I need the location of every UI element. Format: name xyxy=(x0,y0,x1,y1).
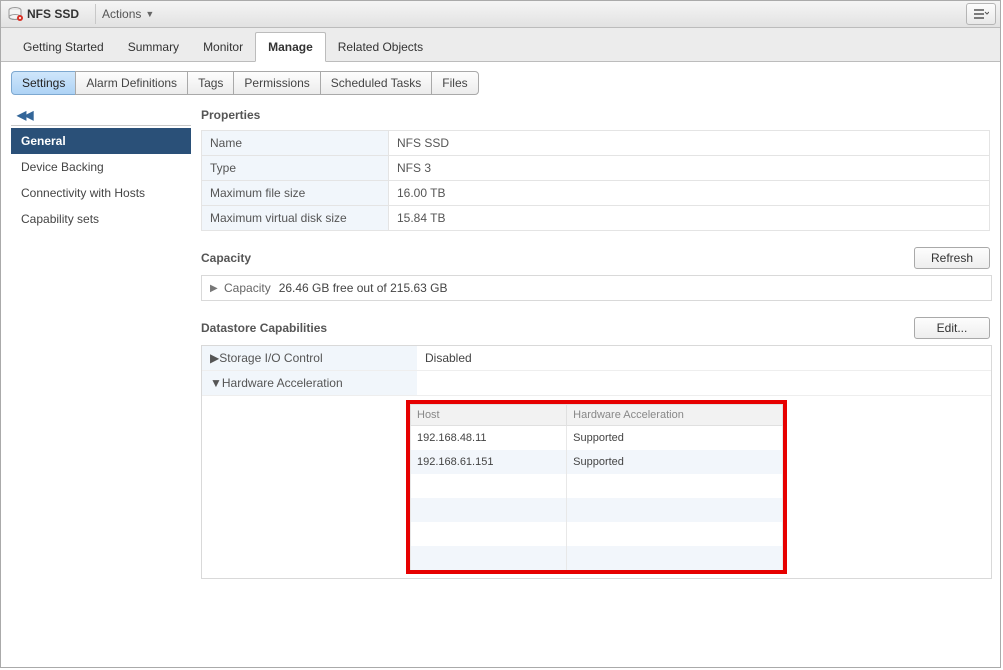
cell-accel: Supported xyxy=(567,450,783,474)
cell-host xyxy=(411,498,567,522)
actions-label: Actions xyxy=(102,7,141,21)
capacity-label: Capacity xyxy=(224,281,271,295)
subtab-alarm-definitions[interactable]: Alarm Definitions xyxy=(75,71,188,95)
hw-col-accel[interactable]: Hardware Acceleration xyxy=(567,405,783,426)
subtab-tags[interactable]: Tags xyxy=(187,71,234,95)
datastore-manage-window: NFS SSD Actions ▼ Getting Started Summar… xyxy=(0,0,1001,668)
table-row[interactable]: 192.168.61.151 Supported xyxy=(411,450,783,474)
hw-col-host[interactable]: Host xyxy=(411,405,567,426)
table-row[interactable]: 192.168.48.11 Supported xyxy=(411,426,783,451)
tab-getting-started[interactable]: Getting Started xyxy=(11,33,116,61)
properties-heading: Properties xyxy=(201,104,990,126)
prop-key: Maximum virtual disk size xyxy=(202,206,389,231)
sio-row[interactable]: ▶ Storage I/O Control Disabled xyxy=(202,346,991,371)
cell-accel xyxy=(567,546,783,570)
capacity-value: 26.46 GB free out of 215.63 GB xyxy=(279,281,448,295)
cell-accel: Supported xyxy=(567,426,783,451)
expand-down-icon: ▼ xyxy=(210,376,222,390)
content-body: ◀◀ General Device Backing Connectivity w… xyxy=(1,99,1000,667)
title-bar: NFS SSD Actions ▼ xyxy=(1,1,1000,28)
sidebar-header: ◀◀ xyxy=(11,104,191,126)
cell-host xyxy=(411,474,567,498)
capacity-heading: Capacity xyxy=(201,251,251,265)
cell-host: 192.168.61.151 xyxy=(411,450,567,474)
hw-accel-body-row: Host Hardware Acceleration 192.168.48.11… xyxy=(202,396,991,578)
hw-accel-toggle[interactable]: ▼ Hardware Acceleration xyxy=(202,371,417,395)
cell-accel xyxy=(567,522,783,546)
expand-right-icon: ▶ xyxy=(210,283,220,294)
table-row xyxy=(411,522,783,546)
sidebar-item-general[interactable]: General xyxy=(11,128,191,154)
subtab-permissions[interactable]: Permissions xyxy=(233,71,320,95)
cell-host xyxy=(411,546,567,570)
datastore-icon xyxy=(7,6,23,22)
prop-key: Type xyxy=(202,156,389,181)
subtab-scheduled-tasks[interactable]: Scheduled Tasks xyxy=(320,71,433,95)
subtab-settings[interactable]: Settings xyxy=(11,71,76,95)
tab-related-objects[interactable]: Related Objects xyxy=(326,33,435,61)
sio-label: Storage I/O Control xyxy=(219,351,322,365)
settings-sidebar: ◀◀ General Device Backing Connectivity w… xyxy=(11,104,191,657)
cell-accel xyxy=(567,498,783,522)
prop-row-name: Name NFS SSD xyxy=(202,131,990,156)
hw-accel-highlight: Host Hardware Acceleration 192.168.48.11… xyxy=(406,400,787,574)
titlebar-separator xyxy=(95,4,96,24)
settings-content: Properties Name NFS SSD Type NFS 3 Maxim… xyxy=(201,104,990,657)
capacity-panel: ▶ Capacity 26.46 GB free out of 215.63 G… xyxy=(201,275,992,301)
capacity-header: Capacity Refresh xyxy=(201,235,990,271)
table-row xyxy=(411,498,783,522)
tab-monitor[interactable]: Monitor xyxy=(191,33,255,61)
capacity-row[interactable]: ▶ Capacity 26.46 GB free out of 215.63 G… xyxy=(202,276,991,300)
prop-row-type: Type NFS 3 xyxy=(202,156,990,181)
properties-table: Name NFS SSD Type NFS 3 Maximum file siz… xyxy=(201,130,990,231)
prop-val: 16.00 TB xyxy=(389,181,990,206)
options-menu-icon xyxy=(973,9,989,19)
capabilities-panel: ▶ Storage I/O Control Disabled ▼ Hardwar… xyxy=(201,345,992,579)
tab-summary[interactable]: Summary xyxy=(116,33,191,61)
collapse-sidebar-icon[interactable]: ◀◀ xyxy=(17,108,31,122)
sidebar-item-capability-sets[interactable]: Capability sets xyxy=(11,206,191,232)
sidebar-item-device-backing[interactable]: Device Backing xyxy=(11,154,191,180)
prop-key: Maximum file size xyxy=(202,181,389,206)
prop-key: Name xyxy=(202,131,389,156)
main-tab-strip: Getting Started Summary Monitor Manage R… xyxy=(1,28,1000,62)
cell-host xyxy=(411,522,567,546)
capabilities-heading: Datastore Capabilities xyxy=(201,321,327,335)
subtab-files[interactable]: Files xyxy=(431,71,478,95)
prop-row-max-vdisk: Maximum virtual disk size 15.84 TB xyxy=(202,206,990,231)
table-row xyxy=(411,546,783,570)
hw-accel-label: Hardware Acceleration xyxy=(222,376,343,390)
edit-button[interactable]: Edit... xyxy=(914,317,990,339)
table-row xyxy=(411,474,783,498)
sio-value: Disabled xyxy=(417,346,991,370)
cell-host: 192.168.48.11 xyxy=(411,426,567,451)
prop-row-max-file: Maximum file size 16.00 TB xyxy=(202,181,990,206)
prop-val: NFS 3 xyxy=(389,156,990,181)
options-menu-button[interactable] xyxy=(966,3,996,25)
expand-right-icon: ▶ xyxy=(210,351,219,365)
sub-tab-strip: Settings Alarm Definitions Tags Permissi… xyxy=(1,62,1000,99)
prop-val: NFS SSD xyxy=(389,131,990,156)
refresh-button[interactable]: Refresh xyxy=(914,247,990,269)
chevron-down-icon: ▼ xyxy=(145,9,154,19)
prop-val: 15.84 TB xyxy=(389,206,990,231)
hw-accel-row: ▼ Hardware Acceleration xyxy=(202,371,991,396)
tab-manage[interactable]: Manage xyxy=(255,32,326,62)
capabilities-header: Datastore Capabilities Edit... xyxy=(201,305,990,341)
cell-accel xyxy=(567,474,783,498)
sidebar-item-connectivity[interactable]: Connectivity with Hosts xyxy=(11,180,191,206)
datastore-title: NFS SSD xyxy=(27,7,89,21)
actions-menu[interactable]: Actions ▼ xyxy=(102,7,154,21)
hw-accel-table: Host Hardware Acceleration 192.168.48.11… xyxy=(410,404,783,570)
